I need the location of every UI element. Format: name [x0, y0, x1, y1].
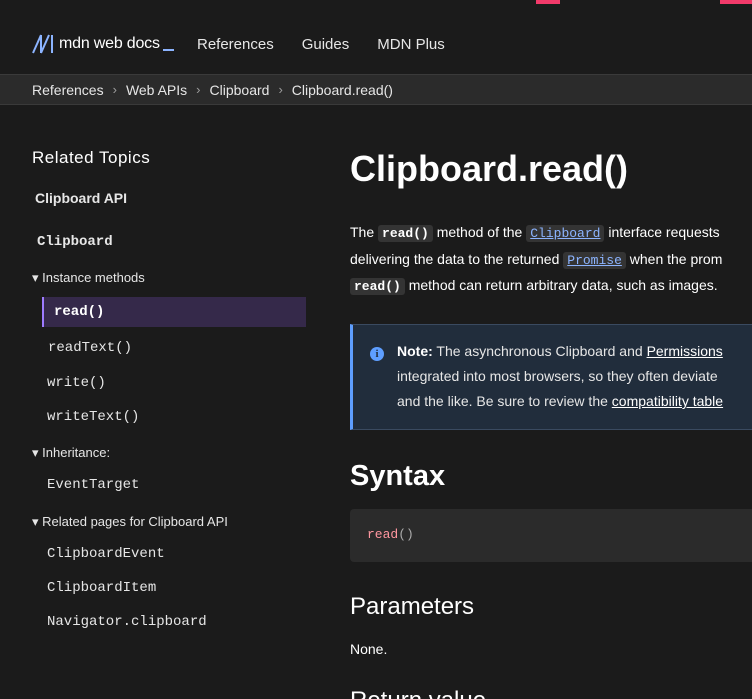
nav-guides[interactable]: Guides [302, 36, 350, 53]
breadcrumb-clipboard[interactable]: Clipboard [210, 82, 270, 98]
related-topics-title: Related Topics [32, 148, 151, 167]
inline-code-read: read() [350, 278, 405, 295]
note-label: Note: [397, 343, 433, 359]
link-permissions[interactable]: Permissions [647, 343, 723, 359]
sidebar-item-clipboarditem[interactable]: ClipboardItem [47, 580, 156, 596]
triangle-down-icon: ▾ [32, 445, 39, 460]
sidebar-item-readtext[interactable]: readText() [48, 340, 132, 356]
link-clipboard[interactable]: Clipboard [526, 225, 605, 242]
logo-text: mdn web docs [59, 35, 160, 52]
return-value-heading: Return value [350, 687, 486, 699]
link-promise[interactable]: Promise [563, 251, 626, 269]
breadcrumb-references[interactable]: References [32, 82, 104, 98]
sidebar-related-pages[interactable]: ▾ Related pages for Clipboard API [32, 514, 228, 530]
info-icon: i [370, 347, 384, 361]
breadcrumb: References › Web APIs › Clipboard › Clip… [0, 74, 752, 105]
parameters-text: None. [350, 641, 388, 657]
chevron-right-icon: › [278, 82, 283, 97]
sidebar-item-eventtarget[interactable]: EventTarget [47, 477, 139, 493]
note-callout: i Note: The asynchronous Clipboard and P… [350, 324, 752, 430]
sidebar-item-clipboardevent[interactable]: ClipboardEvent [47, 546, 165, 562]
main-content: Clipboard.read() The read() method of th… [350, 104, 752, 699]
logo-underscore [162, 49, 174, 51]
intro-paragraph: The read() method of the Clipboard inter… [350, 224, 723, 295]
sidebar-item-navigator-clipboard[interactable]: Navigator.clipboard [47, 614, 207, 630]
syntax-code: read() [367, 527, 414, 542]
syntax-heading: Syntax [350, 460, 446, 492]
site-header: mdn web docs References Guides MDN Plus [0, 6, 752, 74]
sidebar-interface[interactable]: Clipboard [37, 234, 113, 250]
mdn-logo[interactable]: mdn web docs [32, 34, 174, 54]
sidebar-item-read[interactable]: read() [54, 304, 104, 320]
sidebar-api-title[interactable]: Clipboard API [35, 190, 127, 206]
inline-code-read: read() [378, 225, 433, 242]
breadcrumb-web-apis[interactable]: Web APIs [126, 82, 187, 98]
sidebar-inheritance[interactable]: ▾ Inheritance: [32, 445, 110, 461]
sidebar-item-writetext[interactable]: writeText() [47, 409, 139, 425]
triangle-down-icon: ▾ [32, 514, 39, 529]
main-nav: References Guides MDN Plus [197, 36, 473, 53]
nav-references[interactable]: References [197, 36, 274, 53]
page-title: Clipboard.read() [350, 148, 629, 189]
chevron-right-icon: › [196, 82, 201, 97]
breadcrumb-current[interactable]: Clipboard.read() [292, 82, 393, 98]
sidebar-instance-methods[interactable]: ▾ Instance methods [32, 270, 145, 286]
syntax-code-block: read() [350, 509, 752, 562]
sidebar: Related Topics Clipboard API Clipboard ▾… [0, 104, 320, 699]
chevron-right-icon: › [112, 82, 117, 97]
triangle-down-icon: ▾ [32, 270, 39, 285]
parameters-heading: Parameters [350, 593, 475, 620]
nav-mdn-plus[interactable]: MDN Plus [377, 36, 445, 53]
link-compatibility-table[interactable]: compatibility table [612, 393, 723, 409]
note-text: Note: The asynchronous Clipboard and Per… [397, 343, 724, 409]
mdn-logo-icon [32, 34, 53, 54]
sidebar-item-write[interactable]: write() [47, 375, 106, 391]
